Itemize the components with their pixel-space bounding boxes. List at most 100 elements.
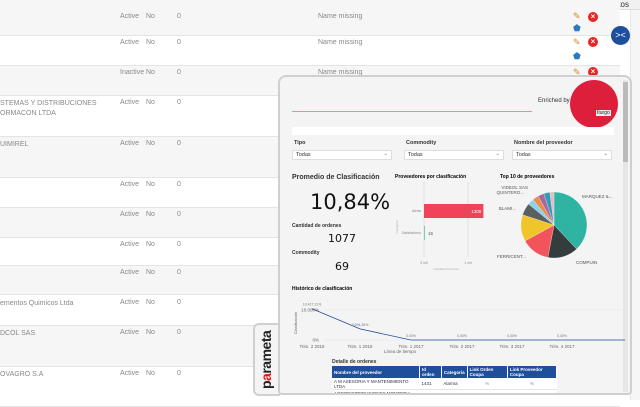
supplier-name: STEMAS Y DISTRIBUCIONES ORMACON LTDA bbox=[0, 100, 97, 117]
order-cell: Alarma bbox=[441, 389, 468, 393]
order-row: A M ASESORIA Y MANTENIMIENTO LTDA 1431 Ala… bbox=[332, 378, 557, 390]
count: 0 bbox=[177, 329, 181, 336]
order-cell[interactable]: % bbox=[507, 378, 557, 390]
count: 0 bbox=[177, 140, 181, 147]
flag: No bbox=[146, 140, 155, 147]
bar-x-axis-label: Cantidad de líneas bbox=[433, 267, 459, 271]
column-header[interactable]: Categoría bbox=[441, 366, 468, 378]
status: Active bbox=[120, 241, 140, 248]
line-data-label: 0,00% bbox=[557, 334, 567, 338]
supplier-name: UIMIREL bbox=[0, 141, 29, 148]
line-y-axis-label: Clasificación bbox=[293, 312, 298, 334]
status: Active bbox=[120, 269, 140, 276]
bar-value-label: 1308 bbox=[471, 209, 482, 214]
status: Inactive bbox=[120, 69, 145, 76]
flag: No bbox=[146, 69, 155, 76]
status: Active bbox=[120, 370, 140, 377]
bar[interactable] bbox=[424, 226, 425, 240]
delete-icon[interactable]: × bbox=[588, 37, 598, 47]
bar-category-label: Alerta bbox=[412, 209, 421, 213]
supplier-name: OVAGRO S.A bbox=[0, 371, 44, 378]
report-panel: Enriched by Iturgo Tipo Todas ⌄ Commodity … bbox=[278, 75, 632, 395]
note: Name missing bbox=[318, 13, 363, 20]
line-data-label: 0,00% bbox=[457, 334, 467, 338]
count: 0 bbox=[177, 299, 181, 306]
pie-label: FERRICENT... bbox=[497, 254, 526, 259]
flag: No bbox=[146, 241, 155, 248]
order-cell[interactable]: % bbox=[467, 378, 508, 390]
line-x-tick: Trim. 4 2017 bbox=[549, 344, 575, 349]
flag: No bbox=[146, 370, 155, 377]
orders-table-title: Detalle de ordenes bbox=[332, 359, 377, 365]
tag-add-icon[interactable]: ⬟ bbox=[573, 51, 581, 62]
edit-icon[interactable]: ✎ bbox=[573, 11, 581, 22]
bar-value-label: 15 bbox=[428, 231, 434, 236]
status: Active bbox=[120, 99, 140, 106]
edit-icon[interactable]: ✎ bbox=[573, 37, 581, 48]
flag: No bbox=[146, 269, 155, 276]
status: Active bbox=[120, 140, 140, 147]
column-header[interactable]: Id orden bbox=[419, 366, 442, 378]
line-x-tick: Trim. 2 2017 bbox=[449, 344, 475, 349]
order-cell[interactable]: % bbox=[507, 389, 557, 393]
flag: No bbox=[146, 13, 155, 20]
order-cell: A M ASESORIA Y MANTENIMIENTO LTDA bbox=[332, 378, 420, 390]
flag: No bbox=[146, 299, 155, 306]
count: 0 bbox=[177, 370, 181, 377]
flag: No bbox=[146, 99, 155, 106]
line-data-label: 3.694,26% bbox=[352, 323, 369, 327]
count: 0 bbox=[177, 211, 181, 218]
pie-label: MARQUEZ &... bbox=[582, 194, 613, 199]
tag-add-icon[interactable]: ⬟ bbox=[573, 23, 581, 34]
count: 0 bbox=[177, 269, 181, 276]
parameta-logo: parameta bbox=[258, 330, 274, 389]
charts: Proveedores por clasificación Alerta 1308 S… bbox=[292, 174, 625, 354]
order-row: AGRODISTRIBUCIONES MONTERIA LTDA811Alarm… bbox=[332, 389, 557, 393]
status: Active bbox=[120, 329, 140, 336]
column-header[interactable]: Link Orden Coupa bbox=[467, 366, 508, 378]
line-chart-title: Histórico de clasificación bbox=[292, 286, 352, 292]
order-cell: Alarma bbox=[441, 378, 468, 390]
parameta-tab[interactable]: parameta bbox=[253, 323, 280, 396]
delete-icon[interactable]: × bbox=[588, 12, 598, 22]
pie-chart-title: Top 10 de proveedores bbox=[500, 174, 555, 180]
bar-y-axis-label: Categoría bbox=[395, 220, 399, 234]
bar-tick-label: 1 mil bbox=[464, 261, 472, 265]
order-cell: AGRODISTRIBUCIONES MONTERIA LTDA bbox=[332, 389, 420, 393]
status: Active bbox=[120, 299, 140, 306]
collapse-panel-button[interactable]: >< bbox=[611, 26, 630, 45]
count: 0 bbox=[177, 181, 181, 188]
status: Active bbox=[120, 181, 140, 188]
column-header[interactable]: Nombre del proveedor bbox=[332, 366, 420, 378]
table-row: Active No 0 Name missing ✎ × ⬟ bbox=[0, 0, 620, 36]
line-x-tick: Trim. 3 2017 bbox=[499, 344, 525, 349]
line-y-tick: 0% bbox=[312, 338, 319, 343]
count: 0 bbox=[177, 241, 181, 248]
pie-label: QUINTERO... bbox=[496, 190, 524, 195]
supplier-name: ementos Quimicos Ltda bbox=[0, 300, 74, 307]
count: 0 bbox=[177, 69, 181, 76]
flag: No bbox=[146, 329, 155, 336]
bar-chart-title: Proveedores por clasificación bbox=[395, 174, 466, 180]
line-y-tick: 10.000% bbox=[301, 308, 319, 313]
order-cell[interactable]: % bbox=[467, 389, 508, 393]
bar-category-label: Satisfactorio bbox=[402, 231, 421, 235]
line-x-axis-label: Línea de tiempo bbox=[384, 349, 417, 354]
order-cell: 1431 bbox=[419, 378, 442, 390]
supplier-name: DCOL SAS bbox=[0, 330, 36, 337]
flag: No bbox=[146, 39, 155, 46]
table-row: Active No 0 Name missing ✎ × ⬟ bbox=[0, 36, 620, 66]
count: 0 bbox=[177, 39, 181, 46]
status: Active bbox=[120, 211, 140, 218]
line-data-label: 10.417,11% bbox=[303, 303, 321, 307]
flag: No bbox=[146, 211, 155, 218]
pie-label: COMPUIN bbox=[576, 260, 597, 265]
count: 0 bbox=[177, 99, 181, 106]
status: Active bbox=[120, 13, 140, 20]
column-header[interactable]: Link Proveedor Coupa bbox=[507, 366, 558, 378]
status: Active bbox=[120, 39, 140, 46]
line-x-tick: Trim. 2 2018 bbox=[299, 344, 325, 349]
bar-tick-label: 0 mil bbox=[420, 261, 428, 265]
pie-label: BLAMI... bbox=[499, 206, 516, 211]
line-data-label: 0,00% bbox=[507, 334, 517, 338]
